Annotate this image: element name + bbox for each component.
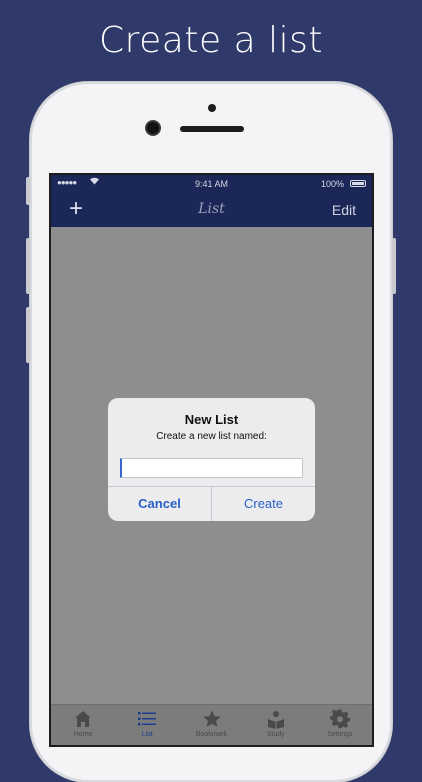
tab-label: Study <box>266 731 285 738</box>
star-icon <box>202 710 221 727</box>
home-icon <box>75 711 92 727</box>
create-button[interactable]: Create <box>212 487 315 521</box>
battery-icon <box>350 180 366 187</box>
promo-headline: Create a list <box>99 20 323 61</box>
study-icon <box>267 711 284 729</box>
tab-bookmark[interactable]: Bookmark <box>179 705 243 745</box>
front-camera <box>147 122 159 134</box>
edit-button[interactable]: Edit <box>332 202 356 218</box>
list-icon <box>138 712 157 726</box>
navigation-bar: + List Edit <box>51 193 372 227</box>
proximity-sensor <box>208 104 216 112</box>
nav-title: List <box>198 201 225 217</box>
tab-label: Settings <box>327 731 353 738</box>
tab-study[interactable]: Study <box>244 705 308 745</box>
tab-home[interactable]: Home <box>51 705 115 745</box>
tab-label: Home <box>73 731 93 738</box>
earpiece-speaker <box>180 126 244 132</box>
new-list-dialog: New List Create a new list named: Cancel… <box>108 398 315 521</box>
dialog-title: New List <box>184 412 239 427</box>
cancel-button[interactable]: Cancel <box>108 487 211 521</box>
list-name-input[interactable] <box>120 458 303 478</box>
dialog-message: Create a new list named: <box>156 431 267 442</box>
tab-label: Bookmark <box>195 731 228 738</box>
power-button <box>392 238 396 294</box>
tab-list[interactable]: List <box>115 705 179 745</box>
tab-settings[interactable]: Settings <box>308 705 372 745</box>
gear-icon <box>329 709 350 729</box>
tab-bar: Home List Bookmark Study Settings <box>51 704 372 745</box>
battery-percent: 100% <box>320 179 344 189</box>
status-bar: ●●●●● 9:41 AM 100% <box>51 175 372 193</box>
tab-label: List <box>141 731 153 738</box>
